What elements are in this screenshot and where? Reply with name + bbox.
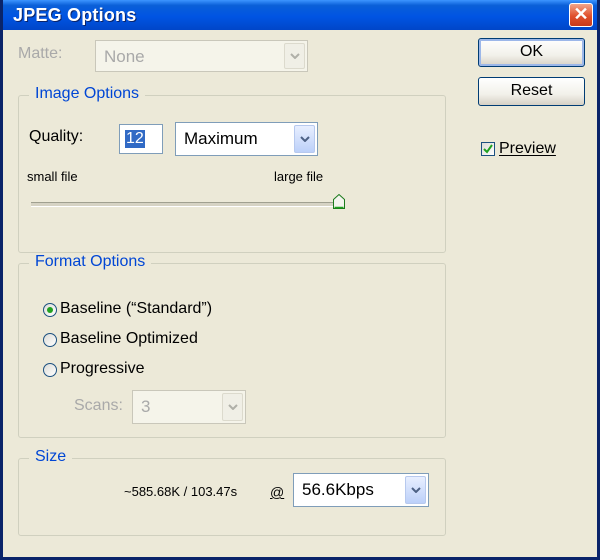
size-estimate: ~585.68K / 103.47s — [124, 484, 238, 499]
scans-label: Scans: — [74, 397, 123, 414]
quality-preset-select[interactable]: Maximum — [175, 122, 318, 156]
small-file-label: small file — [27, 169, 78, 184]
chevron-down-icon — [299, 136, 310, 142]
scans-dropdown-button[interactable] — [222, 393, 243, 421]
close-button[interactable]: ✕ — [569, 3, 593, 27]
image-options-group: Image Options Quality: 12 Maximum small … — [18, 85, 446, 253]
preview-label[interactable]: Preview — [499, 140, 556, 158]
modem-speed-value: 56.6Kbps — [302, 480, 374, 499]
modem-speed-dropdown-button[interactable] — [405, 476, 426, 504]
scans-select[interactable]: 3 — [132, 390, 246, 424]
matte-value: None — [104, 47, 145, 66]
scans-value: 3 — [141, 397, 151, 416]
chevron-down-icon — [289, 53, 300, 59]
format-options-group: Format Options Baseline (“Standard”) Bas… — [18, 253, 446, 438]
matte-label: Matte: — [18, 45, 63, 62]
chevron-down-icon — [410, 487, 421, 493]
reset-button[interactable]: Reset — [478, 77, 585, 106]
baseline-standard-label[interactable]: Baseline (“Standard”) — [60, 300, 212, 318]
size-group: Size ~585.68K / 103.47s @ 56.6Kbps — [18, 448, 446, 536]
checkmark-icon — [483, 144, 493, 154]
image-options-title: Image Options — [29, 85, 146, 103]
quality-value: 12 — [125, 130, 145, 148]
quality-label: Quality: — [29, 128, 84, 145]
radio-progressive[interactable] — [43, 363, 57, 377]
quality-slider-track[interactable] — [31, 202, 339, 207]
size-title: Size — [29, 448, 73, 466]
quality-preset-value: Maximum — [184, 129, 258, 148]
radio-baseline-standard[interactable] — [43, 303, 57, 317]
modem-speed-select[interactable]: 56.6Kbps — [293, 473, 429, 507]
window-title: JPEG Options — [13, 5, 137, 25]
large-file-label: large file — [274, 169, 324, 184]
matte-select[interactable]: None — [95, 40, 308, 72]
quality-input[interactable]: 12 — [119, 124, 163, 154]
progressive-label[interactable]: Progressive — [60, 360, 144, 378]
radio-selected-dot — [47, 307, 53, 313]
radio-baseline-optimized[interactable] — [43, 333, 57, 347]
at-symbol: @ — [270, 484, 285, 500]
matte-dropdown-button[interactable] — [284, 43, 305, 69]
jpeg-options-dialog: JPEG Options ✕ Matte: None OK Reset Prev… — [0, 0, 600, 560]
baseline-optimized-label[interactable]: Baseline Optimized — [60, 330, 198, 348]
format-options-title: Format Options — [29, 253, 152, 271]
close-icon: ✕ — [573, 4, 589, 24]
quality-preset-dropdown-button[interactable] — [294, 125, 315, 153]
title-bar[interactable]: JPEG Options ✕ — [3, 0, 597, 30]
quality-slider-thumb[interactable] — [333, 193, 345, 209]
ok-button[interactable]: OK — [478, 38, 585, 67]
preview-checkbox[interactable] — [481, 142, 495, 156]
slider-thumb-icon — [333, 193, 345, 209]
chevron-down-icon — [227, 404, 238, 410]
